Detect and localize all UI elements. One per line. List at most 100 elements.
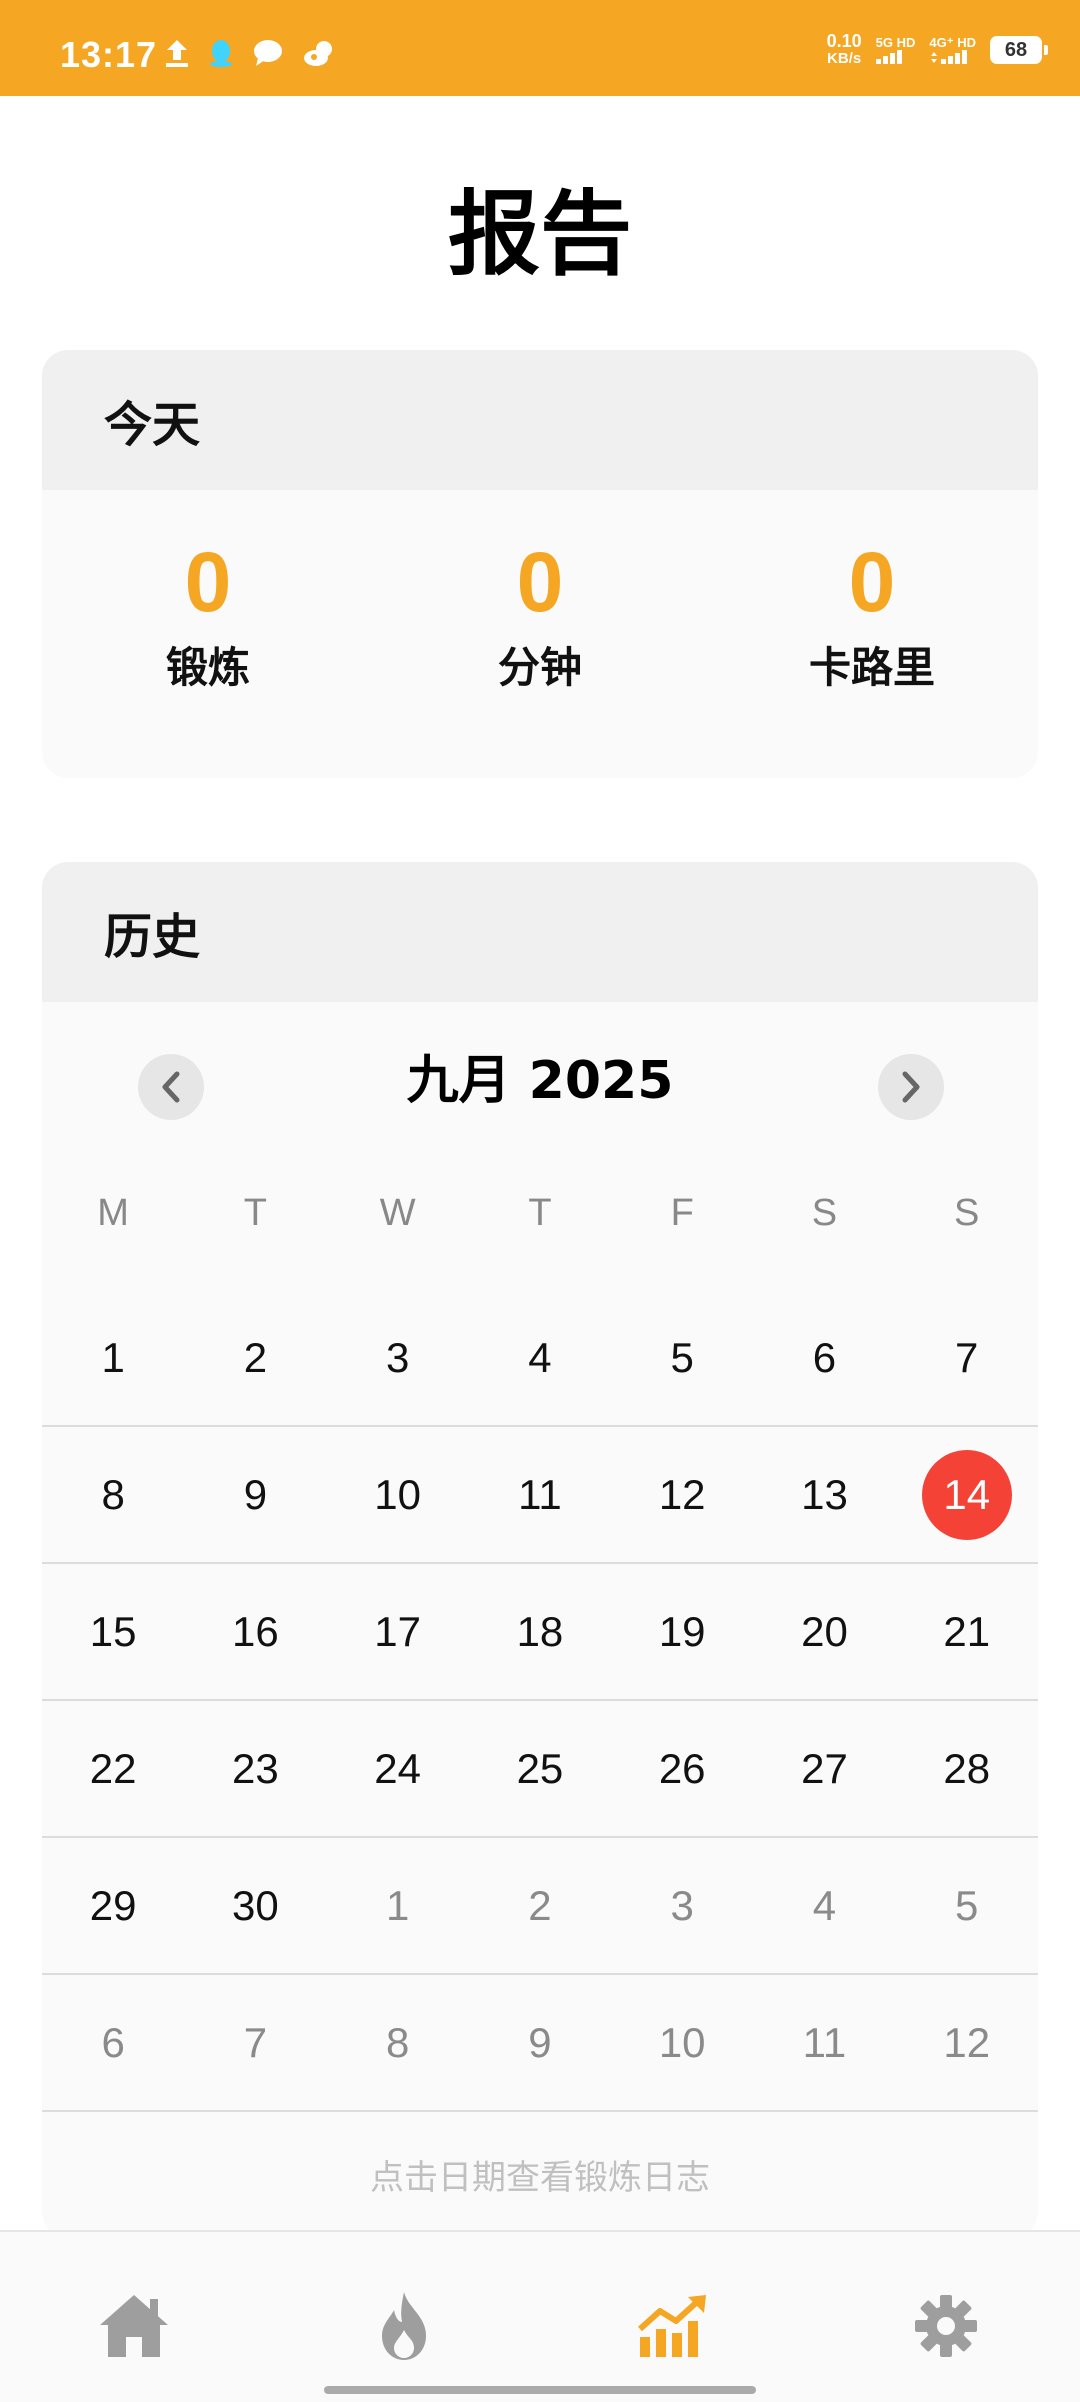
calendar-day-number: 23	[232, 1744, 279, 1792]
stat-label: 锻炼	[165, 643, 250, 692]
calendar-day[interactable]: 27	[753, 1701, 895, 1836]
calendar-day[interactable]: 11	[469, 1427, 611, 1562]
calendar-day-number: 13	[801, 1470, 848, 1518]
today-card: 今天 0 锻炼 0 分钟 0 卡路里	[42, 350, 1038, 778]
calendar-day[interactable]: 15	[42, 1564, 184, 1699]
calendar-day[interactable]: 26	[611, 1701, 753, 1836]
hint-text: 点击日期查看锻炼日志	[370, 2158, 710, 2198]
next-month-button[interactable]	[878, 1054, 944, 1120]
calendar-day[interactable]: 13	[753, 1427, 895, 1562]
calendar-day[interactable]: 5	[896, 1838, 1038, 1973]
weekday-label: S	[811, 1192, 838, 1234]
calendar-day-number: 28	[943, 1744, 991, 1792]
sim1-label: 5G HD	[875, 35, 916, 50]
calendar-day[interactable]: 20	[753, 1564, 895, 1699]
calendar-day[interactable]: 10	[611, 1975, 753, 2110]
calendar-day-number: 18	[516, 1607, 564, 1655]
qq-icon	[210, 40, 232, 67]
calendar-day[interactable]: 2	[469, 1838, 611, 1973]
calendar-day[interactable]: 21	[896, 1564, 1038, 1699]
calendar-grid: 1 2 3 4 5 6 7 8 9 10 11 12 13 14 15 16 17 18 19 20 21 22 23 24 2…	[42, 1290, 1038, 2112]
calendar-day[interactable]: 10	[327, 1427, 469, 1562]
calendar-week-row: 8 9 10 11 12 13 14	[42, 1427, 1038, 1564]
calendar-day[interactable]: 29	[42, 1838, 184, 1973]
calendar-day-number: 15	[89, 1607, 137, 1655]
calendar-day-number: 3	[385, 1333, 410, 1381]
calendar-day[interactable]: 8	[327, 1975, 469, 2110]
calendar-day-number: 9	[528, 2018, 552, 2066]
calendar-day[interactable]: 9	[469, 1975, 611, 2110]
calendar-day-today[interactable]: 14	[896, 1427, 1038, 1562]
calendar-day-number: 1	[101, 1333, 125, 1381]
calendar-week-row: 6 7 8 9 10 11 12	[42, 1975, 1038, 2112]
calendar-day[interactable]: 23	[184, 1701, 326, 1836]
calendar-day[interactable]: 19	[611, 1564, 753, 1699]
calendar-day-number: 10	[658, 2018, 706, 2066]
calendar-day[interactable]: 22	[42, 1701, 184, 1836]
calendar-day[interactable]: 3	[327, 1290, 469, 1425]
calendar-day-number: 30	[232, 1881, 279, 1929]
calendar-day[interactable]: 6	[42, 1975, 184, 2110]
nav-workout[interactable]	[364, 2286, 444, 2366]
calendar-day-number: 24	[374, 1744, 422, 1792]
calendar-day[interactable]: 18	[469, 1564, 611, 1699]
calendar-day[interactable]: 12	[611, 1427, 753, 1562]
calendar-day-number: 4	[812, 1881, 837, 1929]
calendar-day-number: 21	[943, 1607, 991, 1655]
calendar-day[interactable]: 30	[184, 1838, 326, 1973]
calendar-day[interactable]: 4	[469, 1290, 611, 1425]
network-speed: 0.10 KB/s	[827, 32, 862, 68]
stat-workouts: 0 锻炼	[58, 534, 358, 695]
calendar-day[interactable]: 9	[184, 1427, 326, 1562]
net-speed-unit: KB/s	[827, 50, 862, 67]
stat-value: 0	[184, 535, 232, 629]
nav-report[interactable]	[634, 2286, 714, 2366]
stat-calories: 0 卡路里	[722, 534, 1022, 695]
weekday-header: M T W T F S S	[42, 1192, 1038, 1235]
calendar-day-number: 12	[658, 1470, 706, 1518]
calendar-day-number: 7	[243, 2018, 268, 2066]
status-bar: 13:17 0.10 KB/s 5G HD 4G⁺ HD 68	[0, 0, 1080, 96]
message-icon	[254, 40, 282, 66]
stat-label: 分钟	[497, 643, 582, 692]
calendar-day[interactable]: 3	[611, 1838, 753, 1973]
calendar-day-number: 20	[801, 1607, 848, 1655]
calendar-day-number: 6	[101, 2018, 125, 2066]
calendar-day-number: 29	[89, 1881, 137, 1929]
home-icon	[100, 2295, 168, 2357]
nav-settings[interactable]	[906, 2286, 986, 2366]
nav-home[interactable]	[94, 2286, 174, 2366]
weekday-label: M	[97, 1192, 129, 1234]
notification-icons	[164, 38, 336, 68]
calendar-day[interactable]: 8	[42, 1427, 184, 1562]
calendar-day-number: 14	[921, 1449, 1012, 1540]
calendar-day[interactable]: 6	[753, 1290, 895, 1425]
calendar-day-number: 22	[89, 1744, 137, 1792]
calendar-day[interactable]: 7	[896, 1290, 1038, 1425]
calendar-day-number: 2	[528, 1881, 552, 1929]
calendar-day[interactable]: 28	[896, 1701, 1038, 1836]
battery-indicator: 68	[990, 36, 1048, 64]
calendar-day[interactable]: 1	[327, 1838, 469, 1973]
calendar-day[interactable]: 2	[184, 1290, 326, 1425]
calendar-day-number: 11	[518, 1470, 562, 1518]
home-indicator[interactable]	[324, 2386, 756, 2394]
calendar-day[interactable]: 17	[327, 1564, 469, 1699]
calendar-week-row: 22 23 24 25 26 27 28	[42, 1701, 1038, 1838]
weekday-label: S	[954, 1192, 980, 1234]
calendar-day-number: 17	[374, 1607, 422, 1655]
calendar-day[interactable]: 12	[896, 1975, 1038, 2110]
calendar-day[interactable]: 16	[184, 1564, 326, 1699]
calendar-day[interactable]: 25	[469, 1701, 611, 1836]
calendar-day[interactable]: 7	[184, 1975, 326, 2110]
calendar-day-number: 8	[101, 1470, 125, 1518]
calendar-day[interactable]: 24	[327, 1701, 469, 1836]
weekday-label: F	[670, 1192, 694, 1234]
calendar-day[interactable]: 4	[753, 1838, 895, 1973]
history-card: 历史 九月 2025 M T W T F S S 1 2 3 4 5 6 7 8 9 10 11 12…	[42, 862, 1038, 2238]
calendar-day-number: 27	[801, 1744, 848, 1792]
calendar-day[interactable]: 1	[42, 1290, 184, 1425]
calendar-day[interactable]: 11	[753, 1975, 895, 2110]
signal-icon	[931, 50, 968, 64]
calendar-day[interactable]: 5	[611, 1290, 753, 1425]
